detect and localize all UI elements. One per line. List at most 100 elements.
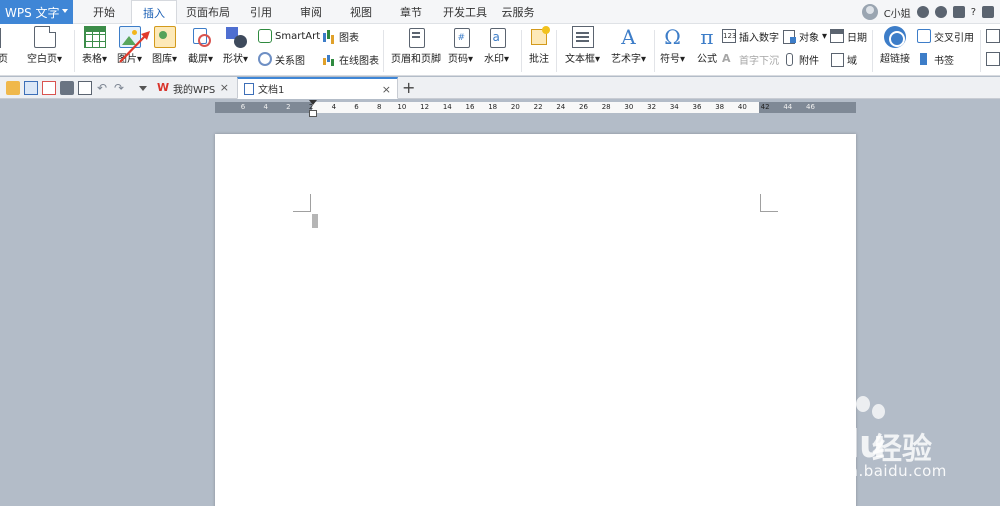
textbox-icon xyxy=(571,26,594,48)
chart-icon xyxy=(322,29,336,43)
tab-page-layout[interactable]: 页面布局 xyxy=(182,0,234,24)
crossref-label: 交叉引用 xyxy=(934,32,974,44)
share-icon[interactable] xyxy=(952,6,965,18)
chart-label: 图表 xyxy=(339,32,359,44)
date-button[interactable]: 日期 xyxy=(830,27,867,45)
header-footer-button[interactable]: 页眉和页脚 xyxy=(391,26,441,67)
more-button-1[interactable] xyxy=(986,27,1000,45)
ruler-tick: 32 xyxy=(647,103,657,111)
screenshot-button[interactable]: 截屏▾ xyxy=(188,26,213,67)
page-button[interactable]: 页 xyxy=(0,26,14,67)
tab-view[interactable]: 视图 xyxy=(342,0,380,24)
omega-icon: Ω xyxy=(664,25,681,49)
app-name: WPS 文字 xyxy=(5,5,60,20)
chart-button[interactable]: 图表 xyxy=(322,27,359,45)
tab-cloud[interactable]: 云服务 xyxy=(498,0,538,24)
export-pdf-icon[interactable] xyxy=(42,81,56,95)
wordart-button[interactable]: A 艺术字▾ xyxy=(611,26,646,67)
undo-icon[interactable]: ↶ xyxy=(95,81,109,95)
paw-icon xyxy=(872,404,885,419)
field-button[interactable]: 域 xyxy=(830,50,857,68)
gallery-button[interactable]: 图库▾ xyxy=(152,26,177,67)
settings-icon[interactable] xyxy=(934,6,947,18)
page-number-button[interactable]: 页码▾ xyxy=(448,26,473,67)
close-icon[interactable]: × xyxy=(220,81,229,94)
ruler-tick: 36 xyxy=(692,103,702,111)
print-icon[interactable] xyxy=(60,81,74,95)
blank-page-button[interactable]: 空白页▾ xyxy=(27,26,62,67)
wordart-label: 艺术字 xyxy=(611,54,641,65)
symbol-button[interactable]: Ω 符号▾ xyxy=(660,26,685,67)
equation-button[interactable]: π 公式 xyxy=(696,26,718,67)
baidu-watermark: Baidu 经验 jingyan.baidu.com xyxy=(760,396,990,495)
pi-icon: π xyxy=(700,25,714,49)
online-chart-icon xyxy=(322,52,336,66)
ribbon-insert: 页 空白页▾ 表格▾ 图片▾ 图库▾ 截屏▾ 形状▾ SmartArt 图表 关… xyxy=(0,24,1000,76)
avatar[interactable] xyxy=(861,4,878,20)
equation-label: 公式 xyxy=(697,54,717,65)
crossref-icon xyxy=(917,29,931,43)
ruler-tick: 6 xyxy=(354,103,359,111)
table-button[interactable]: 表格▾ xyxy=(82,26,107,67)
tab-my-wps[interactable]: W 我的WPS × xyxy=(151,77,235,99)
print-preview-icon[interactable] xyxy=(78,81,92,95)
ruler-tick: 42 xyxy=(760,103,770,111)
shapes-button[interactable]: 形状▾ xyxy=(223,26,248,67)
tab-section[interactable]: 章节 xyxy=(392,0,430,24)
screenshot-icon xyxy=(190,26,212,48)
tab-references[interactable]: 引用 xyxy=(242,0,280,24)
help-button[interactable]: ? xyxy=(971,7,976,18)
save-icon[interactable] xyxy=(24,81,38,95)
user-name[interactable]: C小姐 xyxy=(884,5,911,20)
textbox-button[interactable]: 文本框▾ xyxy=(565,26,600,67)
new-tab-button[interactable]: + xyxy=(402,78,415,97)
smartart-button[interactable]: SmartArt xyxy=(258,27,320,45)
ruler-tick: 30 xyxy=(624,103,634,111)
online-chart-button[interactable]: 在线图表 xyxy=(322,50,379,68)
app-menu-button[interactable]: WPS 文字 xyxy=(0,0,73,24)
smartart-label: SmartArt xyxy=(275,30,321,42)
online-chart-label: 在线图表 xyxy=(339,55,379,67)
bookmark-button[interactable]: 书签 xyxy=(917,50,954,68)
ruler-tick: 28 xyxy=(601,103,611,111)
first-line-indent-marker[interactable] xyxy=(309,100,317,105)
table-label: 表格 xyxy=(82,54,102,65)
watermark-button[interactable]: 水印▾ xyxy=(484,26,509,67)
tab-document1[interactable]: 文档1 × xyxy=(237,77,398,99)
picture-button[interactable]: 图片▾ xyxy=(117,26,142,67)
relation-label: 关系图 xyxy=(275,55,305,67)
close-icon[interactable]: × xyxy=(382,83,391,96)
left-indent-marker[interactable] xyxy=(309,110,317,117)
customize-toolbar-icon[interactable] xyxy=(139,86,147,91)
tab-label: 文档1 xyxy=(258,85,285,96)
skin-icon[interactable] xyxy=(916,6,929,18)
tab-home[interactable]: 开始 xyxy=(85,0,123,24)
ruler-tick: 34 xyxy=(669,103,679,111)
dropcap-button[interactable]: A 首字下沉 xyxy=(722,50,779,68)
blank-page-icon xyxy=(33,26,56,48)
open-folder-icon[interactable] xyxy=(6,81,20,95)
tab-developer[interactable]: 开发工具 xyxy=(440,0,490,24)
page-number-label: 页码 xyxy=(448,54,468,65)
chevron-down-icon xyxy=(62,9,68,13)
header-footer-label: 页眉和页脚 xyxy=(391,54,441,65)
tab-review[interactable]: 审阅 xyxy=(292,0,330,24)
page-number-icon xyxy=(450,26,472,48)
ruler-tick: 38 xyxy=(715,103,725,111)
ruler-tick: 40 xyxy=(737,103,747,111)
hyperlink-button[interactable]: 超链接 xyxy=(880,26,910,67)
more-button-2[interactable] xyxy=(986,50,1000,68)
chevron-down-icon: ▾ xyxy=(504,54,510,65)
relation-diagram-button[interactable]: 关系图 xyxy=(258,50,305,68)
crossref-button[interactable]: 交叉引用 xyxy=(917,27,974,45)
insert-number-button[interactable]: 123 插入数字 xyxy=(722,27,779,45)
redo-icon[interactable]: ↷ xyxy=(112,81,126,95)
window-controls-icon[interactable] xyxy=(982,6,994,18)
object-button[interactable]: 对象 ▾ xyxy=(782,27,827,45)
tab-insert[interactable]: 插入 xyxy=(131,0,177,25)
watermark-brand: Baidu xyxy=(768,422,886,466)
attachment-button[interactable]: 附件 xyxy=(782,50,819,68)
divider xyxy=(980,30,981,72)
comment-button[interactable]: 批注 xyxy=(528,26,550,67)
chevron-down-icon: ▾ xyxy=(137,54,143,65)
